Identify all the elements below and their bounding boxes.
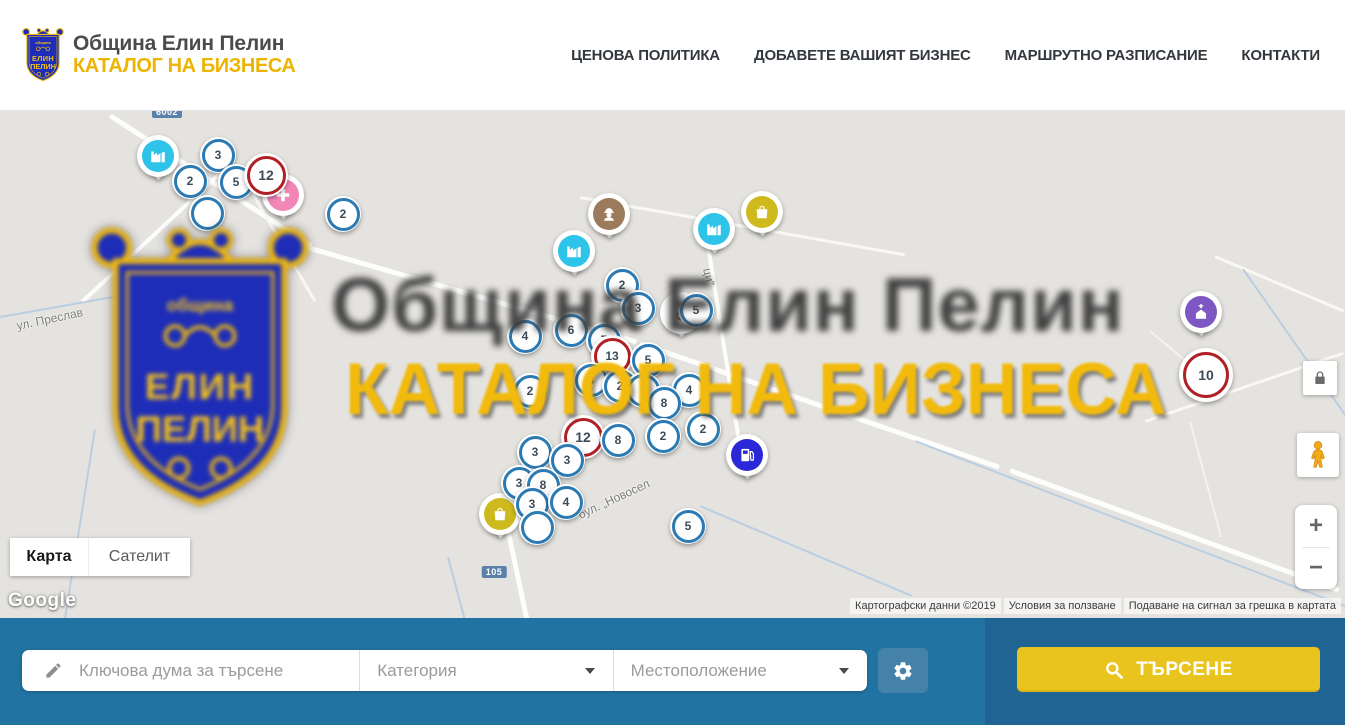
search-button-label: ТЪРСЕНЕ	[1136, 659, 1233, 681]
category-dropdown[interactable]: Категория	[360, 650, 613, 691]
cluster-marker[interactable]: 2	[512, 373, 548, 409]
location-dropdown[interactable]: Местоположение	[614, 650, 867, 691]
cluster-marker[interactable]	[189, 195, 225, 231]
cluster-marker[interactable]: 2	[325, 196, 361, 232]
map-attribution: Картографски данни ©2019 Условия за полз…	[850, 598, 1341, 614]
fullscreen-lock-button[interactable]	[1303, 361, 1337, 395]
attribution-report-error-link[interactable]: Подаване на сигнал за грешка в картата	[1124, 598, 1341, 614]
nav-item-add-business[interactable]: ДОБАВЕТЕ ВАШИЯТ БИЗНЕС	[754, 47, 971, 64]
cluster-marker[interactable]: 8	[646, 385, 682, 421]
attribution-copyright: Картографски данни ©2019	[850, 598, 1001, 614]
svg-text:ЕЛИН: ЕЛИН	[32, 54, 54, 63]
main-nav: ЦЕНОВА ПОЛИТИКА ДОБАВЕТЕ ВАШИЯТ БИЗНЕС М…	[571, 0, 1320, 110]
google-logo[interactable]: Google	[8, 590, 76, 612]
cluster-marker[interactable]: 2	[685, 411, 721, 447]
map-type-satellite-button[interactable]: Сателит	[88, 538, 190, 576]
site-title: Община Елин Пелин	[73, 32, 284, 56]
cluster-marker[interactable]: 8	[600, 422, 636, 458]
map-type-map-button[interactable]: Карта	[10, 538, 88, 576]
municipality-crest-logo: община ЕЛИН ПЕЛИН	[21, 25, 65, 85]
cluster-marker[interactable]: 2	[172, 163, 208, 199]
cluster-marker[interactable]: 5	[678, 292, 714, 328]
nav-item-schedule[interactable]: МАРШРУТНО РАЗПИСАНИЕ	[1005, 47, 1208, 64]
map-type-control: Карта Сателит	[10, 538, 190, 576]
nav-item-contacts[interactable]: КОНТАКТИ	[1241, 47, 1320, 64]
cluster-marker[interactable]: 4	[548, 484, 584, 520]
search-submit-button[interactable]: ТЪРСЕНЕ	[1017, 647, 1320, 692]
keyword-section	[22, 650, 360, 691]
zoom-control: + −	[1295, 505, 1337, 589]
keyword-search-input[interactable]	[77, 660, 359, 682]
zoom-out-button[interactable]: −	[1295, 548, 1337, 590]
cluster-marker[interactable]: 2	[645, 418, 681, 454]
nav-item-pricing[interactable]: ЦЕНОВА ПОЛИТИКА	[571, 47, 720, 64]
map-clusters-layer: 32512223546713524274822128333834510	[0, 110, 1345, 618]
search-bar: Категория Местоположение ТЪРСЕНЕ	[0, 618, 1345, 725]
chevron-down-icon	[585, 668, 595, 674]
cluster-marker[interactable]	[519, 509, 555, 545]
padlock-icon	[1312, 370, 1328, 386]
svg-text:община: община	[35, 40, 51, 45]
search-icon	[1104, 660, 1124, 680]
cluster-marker[interactable]: 5	[670, 508, 706, 544]
google-map[interactable]: 6002105ул. Преславбул. „Новоселци" 32512…	[0, 110, 1345, 618]
attribution-terms-link[interactable]: Условия за ползване	[1004, 598, 1121, 614]
cluster-marker[interactable]: 3	[620, 290, 656, 326]
cluster-marker[interactable]: 6	[553, 312, 589, 348]
category-dropdown-label: Категория	[377, 661, 456, 681]
pencil-icon	[44, 661, 63, 680]
pegman-icon	[1305, 440, 1331, 470]
site-subtitle: КАТАЛОГ НА БИЗНЕСА	[73, 55, 295, 78]
zoom-in-button[interactable]: +	[1295, 505, 1337, 547]
filter-strip: Категория Местоположение	[22, 650, 867, 691]
cluster-marker[interactable]: 12	[244, 153, 288, 197]
street-view-pegman[interactable]	[1297, 433, 1339, 477]
chevron-down-icon	[839, 668, 849, 674]
svg-text:ПЕЛИН: ПЕЛИН	[30, 62, 56, 71]
location-dropdown-label: Местоположение	[631, 661, 767, 681]
header: община ЕЛИН ПЕЛИН Община Елин Пелин КАТА…	[0, 0, 1345, 111]
cluster-marker[interactable]: 10	[1179, 348, 1233, 402]
gear-icon	[892, 660, 914, 682]
cluster-marker[interactable]: 4	[507, 318, 543, 354]
advanced-settings-button[interactable]	[878, 648, 928, 693]
